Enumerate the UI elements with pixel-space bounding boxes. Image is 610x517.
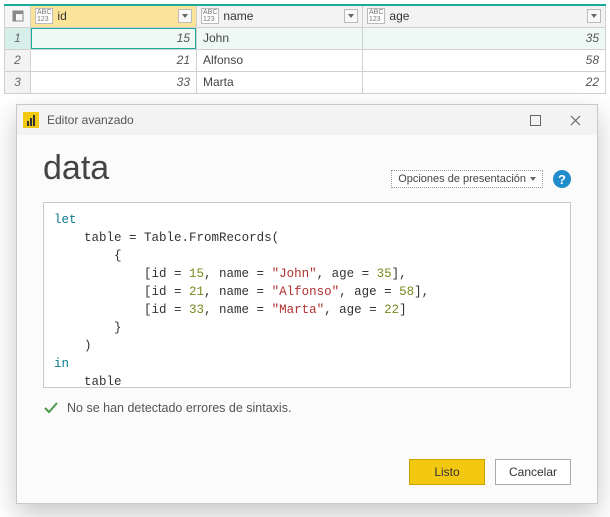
help-icon[interactable]: ? — [553, 170, 571, 188]
type-any-icon: ABC123 — [367, 8, 385, 24]
cell-name[interactable]: Alfonso — [197, 49, 363, 71]
done-button[interactable]: Listo — [409, 459, 485, 485]
type-any-icon: ABC123 — [201, 8, 219, 24]
table-row[interactable]: 3 33 Marta 22 — [5, 71, 606, 93]
table-row[interactable]: 2 21 Alfonso 58 — [5, 49, 606, 71]
row-index: 2 — [5, 49, 31, 71]
cell-age[interactable]: 35 — [363, 27, 606, 49]
column-name: id — [57, 9, 174, 23]
cell-name[interactable]: Marta — [197, 71, 363, 93]
column-header-id[interactable]: ABC123 id — [31, 5, 197, 27]
cell-id[interactable]: 15 — [31, 27, 197, 49]
powerbi-logo-icon — [23, 112, 39, 128]
column-filter-dropdown[interactable] — [178, 9, 192, 23]
window-maximize-icon[interactable] — [515, 105, 555, 135]
advanced-editor-dialog: Editor avanzado data Opciones de present… — [16, 104, 598, 504]
table-corner-icon[interactable] — [5, 5, 31, 27]
preview-table: ABC123 id ABC123 name ABC123 age — [4, 4, 606, 94]
display-options-dropdown[interactable]: Opciones de presentación — [391, 170, 543, 188]
window-close-icon[interactable] — [555, 105, 595, 135]
row-index: 1 — [5, 27, 31, 49]
cancel-button[interactable]: Cancelar — [495, 459, 571, 485]
table-row[interactable]: 1 15 John 35 — [5, 27, 606, 49]
query-name: data — [43, 149, 109, 188]
cell-name[interactable]: John — [197, 27, 363, 49]
column-header-name[interactable]: ABC123 name — [197, 5, 363, 27]
syntax-status-text: No se han detectado errores de sintaxis. — [67, 401, 291, 415]
type-any-icon: ABC123 — [35, 8, 53, 24]
row-index: 3 — [5, 71, 31, 93]
column-header-age[interactable]: ABC123 age — [363, 5, 606, 27]
column-name: name — [223, 9, 340, 23]
column-filter-dropdown[interactable] — [587, 9, 601, 23]
column-filter-dropdown[interactable] — [344, 9, 358, 23]
cell-id[interactable]: 33 — [31, 71, 197, 93]
cell-age[interactable]: 22 — [363, 71, 606, 93]
check-icon — [43, 400, 59, 416]
column-name: age — [389, 9, 583, 23]
syntax-status: No se han detectado errores de sintaxis. — [43, 400, 571, 416]
cell-age[interactable]: 58 — [363, 49, 606, 71]
cell-id[interactable]: 21 — [31, 49, 197, 71]
code-editor[interactable]: let table = Table.FromRecords( { [id = 1… — [43, 202, 571, 388]
dialog-titlebar[interactable]: Editor avanzado — [17, 105, 597, 135]
dialog-title: Editor avanzado — [47, 113, 515, 127]
